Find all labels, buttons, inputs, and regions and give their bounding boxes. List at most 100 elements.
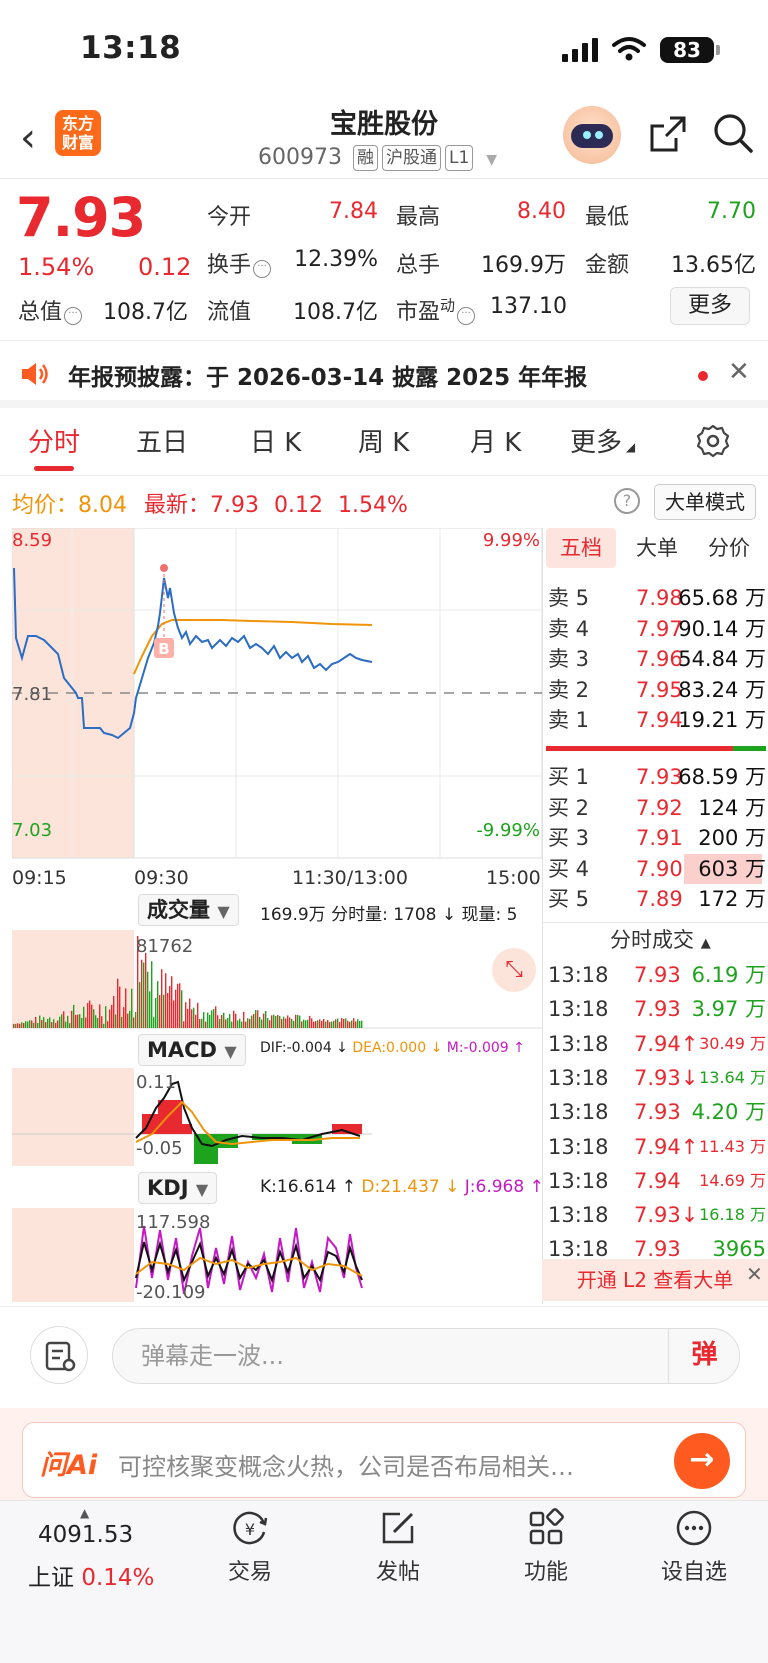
level-price: 7.94 <box>636 708 683 732</box>
volume-bar <box>165 973 167 1028</box>
tab-more[interactable]: 更多 ◢ <box>570 422 635 459</box>
level-volume: 19.21 万 <box>678 708 766 732</box>
low-value: 7.70 <box>707 199 756 224</box>
time-label-start: 09:15 <box>12 867 67 889</box>
level-volume: 83.24 万 <box>678 677 766 702</box>
more-button[interactable]: 更多 <box>670 287 750 325</box>
volume-bar <box>285 1018 287 1028</box>
macd-indicator-select[interactable]: MACD ▼ <box>138 1034 246 1066</box>
volume-bar <box>19 1023 21 1028</box>
tab-weekly-k[interactable]: 周 K <box>358 422 409 459</box>
sell-level-row[interactable]: 卖 5 7.98 65.68 万 <box>548 582 766 614</box>
ai-question-text[interactable]: 可控核聚变概念火热，公司是否布局相关… <box>118 1447 574 1482</box>
volume-bar <box>305 1020 307 1028</box>
index-value[interactable]: 4091.53 <box>38 1522 133 1548</box>
volume-bar <box>271 1015 273 1028</box>
sell-level-row[interactable]: 卖 4 7.97 90.14 万 <box>548 613 766 645</box>
info-icon[interactable]: ··· <box>253 260 272 278</box>
notice-bar[interactable]: 年报预披露：于 2026-03-14 披露 2025 年年报 ✕ <box>0 340 768 408</box>
intraday-chart[interactable]: B 8.59 7.81 7.03 9.99% -9.99% <box>12 528 542 863</box>
macd-chart[interactable]: 0.11 -0.05 <box>12 1068 542 1168</box>
big-order-mode-button[interactable]: 大单模式 <box>654 484 756 520</box>
info-icon[interactable]: ··· <box>64 307 83 325</box>
level-label: 买 5 <box>548 887 590 911</box>
volume-bar <box>147 971 149 1028</box>
stock-code-row[interactable]: 600973 融沪股通 L1 ▼ <box>258 145 497 171</box>
battery-icon: 83 <box>660 37 720 63</box>
svg-text:¥: ¥ <box>245 1520 255 1539</box>
volume-bar <box>115 1014 117 1028</box>
danmu-input[interactable]: 弹幕走一波... <box>112 1328 740 1384</box>
volume-bar <box>21 1022 23 1028</box>
volume-bar <box>167 992 169 1028</box>
tag-margin: 融 <box>352 145 378 171</box>
kdj-chart[interactable]: 117.598 -20.109 <box>12 1208 542 1304</box>
volume-chart[interactable]: 81762 <box>12 930 542 1030</box>
index-row[interactable]: 上证 0.14% <box>28 1558 154 1592</box>
volume-bar <box>221 1015 223 1028</box>
nav-add-watchlist[interactable]: 设自选 <box>644 1508 744 1586</box>
danmu-send-button[interactable]: 弹 <box>668 1328 740 1384</box>
close-icon[interactable]: ✕ <box>728 357 750 387</box>
change-percent: 1.54% <box>18 253 95 281</box>
volume-bar <box>187 1008 189 1028</box>
sell-level-row[interactable]: 卖 1 7.94 19.21 万 <box>548 704 766 736</box>
trade-time: 13:18 <box>548 1237 609 1262</box>
volume-bar <box>89 1000 91 1028</box>
trade-time: 13:18 <box>548 963 609 987</box>
level-price: 7.92 <box>636 795 683 820</box>
level-volume: 65.68 万 <box>678 586 766 610</box>
trades-title[interactable]: 分时成交 ▲ <box>610 924 711 954</box>
volume-bar <box>319 1019 321 1028</box>
volume-bar <box>331 1021 333 1028</box>
volume-bar <box>85 1017 87 1028</box>
volume-bar <box>313 1021 315 1028</box>
volume-bar <box>35 1016 37 1028</box>
volume-bar <box>103 1023 105 1028</box>
back-button[interactable]: ‹ <box>20 118 36 158</box>
volume-bar <box>173 1000 175 1028</box>
change-value: 0.12 <box>138 253 192 281</box>
nav-trade[interactable]: ¥ 交易 <box>200 1508 300 1586</box>
kdj-indicator-select[interactable]: KDJ ▼ <box>138 1172 218 1204</box>
tab-intraday[interactable]: 分时 <box>28 422 80 459</box>
share-icon[interactable] <box>648 114 688 154</box>
tag-hk-connect: 沪股通 <box>381 145 441 171</box>
buy-level-row[interactable]: 买 1 7.93 68.59 万 <box>548 761 766 793</box>
sell-level-row[interactable]: 卖 2 7.95 83.24 万 <box>548 674 766 706</box>
search-icon[interactable] <box>712 112 754 154</box>
volume-bar <box>263 1013 265 1028</box>
stock-code: 600973 <box>258 145 342 170</box>
buy-level-row[interactable]: 买 5 7.89 172 万 <box>548 883 766 915</box>
avg-price: 8.04 <box>78 493 127 518</box>
tab-five-day[interactable]: 五日 <box>136 422 188 459</box>
buy-level-row[interactable]: 买 2 7.92 124 万 <box>548 792 766 824</box>
volume-bar <box>189 998 191 1028</box>
tab-five-level[interactable]: 五档 <box>546 528 616 568</box>
danmu-settings-icon[interactable] <box>30 1326 88 1384</box>
sell-level-row[interactable]: 卖 3 7.96 54.84 万 <box>548 643 766 675</box>
volume-bar <box>261 1019 263 1028</box>
trade-volume: 11.43 万 <box>699 1136 766 1156</box>
tab-big-order[interactable]: 大单 <box>622 528 692 568</box>
help-icon[interactable]: ? <box>614 488 640 514</box>
tab-daily-k[interactable]: 日 K <box>250 422 301 459</box>
buy-level-row[interactable]: 买 3 7.91 200 万 <box>548 822 766 854</box>
volume-bar <box>51 1022 53 1028</box>
volume-bar <box>149 991 151 1028</box>
gear-icon[interactable] <box>696 424 730 458</box>
nav-functions[interactable]: 功能 <box>496 1508 596 1586</box>
buy-level-row[interactable]: 买 4 7.90 603 万 <box>548 853 766 885</box>
info-icon[interactable]: ··· <box>457 307 476 325</box>
volume-bar <box>359 1021 361 1028</box>
nav-post[interactable]: 发帖 <box>348 1508 448 1586</box>
expand-icon[interactable]: ⤡ <box>492 948 536 992</box>
tab-price-dist[interactable]: 分价 <box>694 528 764 568</box>
tab-monthly-k[interactable]: 月 K <box>470 422 521 459</box>
volume-bar <box>45 1022 47 1028</box>
ai-robot-avatar[interactable] <box>563 106 621 164</box>
arrow-right-icon[interactable]: → <box>674 1433 730 1489</box>
volume-indicator-select[interactable]: 成交量 ▼ <box>138 894 239 926</box>
volume-bar <box>345 1018 347 1028</box>
trade-time: 13:18 <box>548 1134 609 1159</box>
